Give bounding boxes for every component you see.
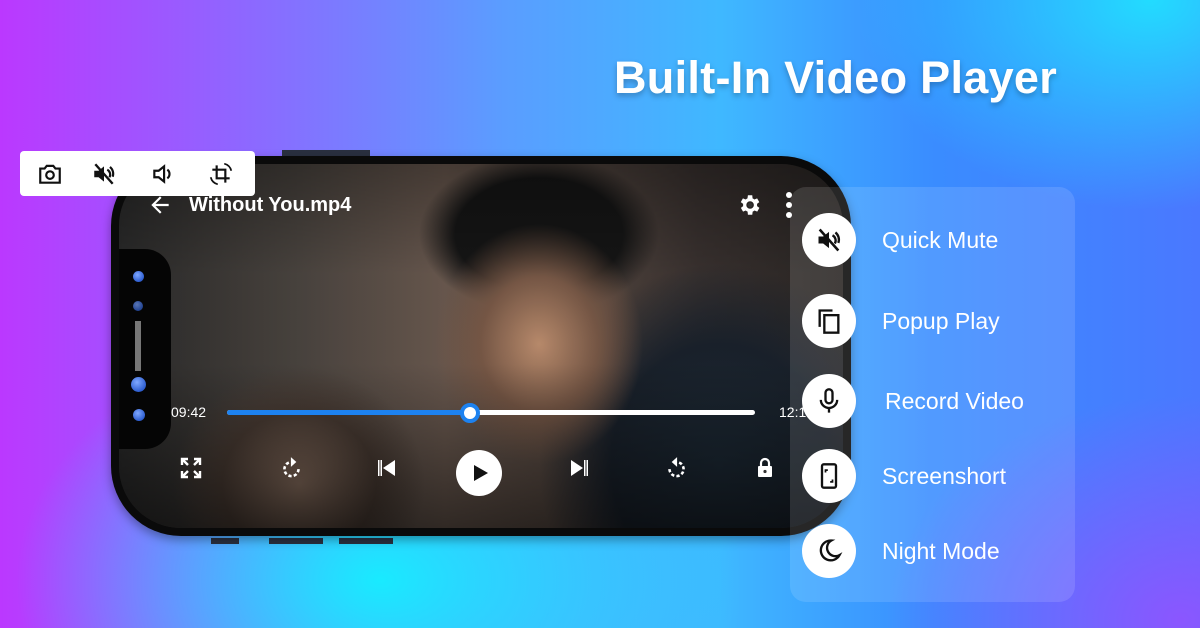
seek-bar-progress (227, 410, 470, 415)
phone-bottom-button (211, 538, 239, 544)
phone-bottom-button (269, 538, 323, 544)
lock-icon (758, 457, 772, 477)
mute-icon[interactable] (91, 161, 117, 187)
play-button[interactable] (456, 450, 502, 496)
feature-label: Record Video (885, 388, 1024, 414)
video-title: Without You.mp4 (189, 194, 352, 216)
feature-screenshot[interactable]: Screenshort (802, 449, 1102, 503)
volume-icon[interactable] (150, 161, 176, 187)
feature-record-video[interactable]: Record Video (802, 374, 1102, 428)
feature-label: Quick Mute (882, 227, 999, 253)
feature-popup-play[interactable]: Popup Play (802, 294, 1102, 348)
rotate-forward-icon (283, 457, 300, 478)
feature-label: Popup Play (882, 308, 1000, 334)
mute-icon (818, 228, 841, 252)
quick-toolbar (20, 151, 255, 196)
headline: Built-In Video Player (614, 52, 1058, 103)
fullscreen-button[interactable] (175, 452, 207, 484)
phone-screenshot-icon (820, 463, 838, 489)
seek-thumb[interactable] (459, 403, 480, 423)
feature-night-mode[interactable]: Night Mode (802, 524, 1102, 578)
feature-icon-circle (802, 374, 856, 428)
phone-frame: Without You.mp4 09:42 12:1 (111, 156, 851, 536)
feature-icon-circle (802, 524, 856, 578)
play-icon (474, 465, 488, 481)
feature-label: Night Mode (882, 538, 1000, 564)
microphone-icon (819, 388, 839, 413)
video-screen[interactable]: Without You.mp4 09:42 12:1 (119, 164, 843, 528)
phone-bottom-button (339, 538, 393, 544)
feature-label: Screenshort (882, 463, 1007, 489)
rotate-crop-icon[interactable] (208, 161, 234, 187)
skip-previous-button[interactable] (371, 452, 403, 484)
moon-icon (819, 539, 843, 562)
rotate-back-icon (668, 457, 685, 478)
feature-quick-mute[interactable]: Quick Mute (802, 213, 1102, 267)
elapsed-time: 09:42 (171, 404, 207, 420)
seek-bar[interactable] (227, 403, 755, 423)
lock-button[interactable] (749, 452, 781, 484)
skip-next-button[interactable] (563, 452, 595, 484)
fullscreen-icon (180, 457, 202, 479)
camera-icon[interactable] (37, 161, 63, 187)
gear-icon[interactable] (736, 192, 762, 218)
popup-copy-icon (818, 309, 840, 334)
skip-previous-icon (378, 460, 395, 476)
skip-next-icon (571, 460, 588, 476)
rotate-forward-button[interactable] (276, 452, 308, 484)
feature-icon-circle (802, 294, 856, 348)
feature-icon-circle (802, 213, 856, 267)
feature-icon-circle (802, 449, 856, 503)
rotate-back-button[interactable] (660, 452, 692, 484)
